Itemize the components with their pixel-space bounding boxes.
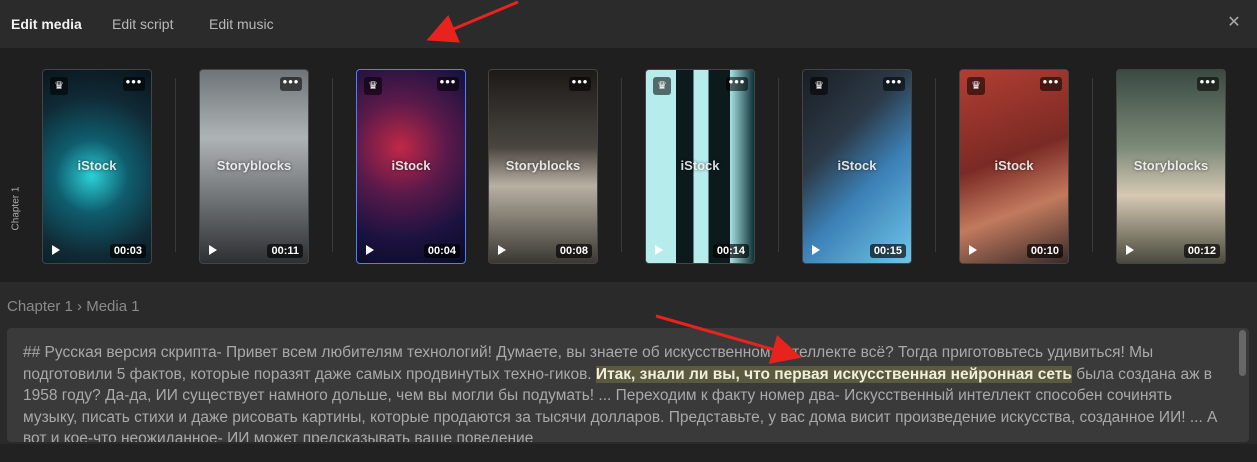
media-card[interactable]: ♛ ••• iStock 00:14 [645,69,755,264]
media-source-watermark: Storyblocks [1133,158,1209,173]
play-icon[interactable] [208,245,218,255]
media-card[interactable]: ••• Storyblocks 00:11 [199,69,309,264]
chapter-label: Chapter 1 [10,186,22,231]
media-duration: 00:15 [869,244,906,258]
media-divider [1092,78,1093,252]
more-icon[interactable]: ••• [1197,75,1219,91]
media-source-watermark: iStock [680,158,720,173]
breadcrumb-media: Media 1 [86,298,140,315]
play-icon[interactable] [968,245,978,255]
media-duration: 00:10 [1026,244,1063,258]
media-duration: 00:12 [1183,244,1220,258]
crown-icon: ♛ [653,77,671,95]
media-card[interactable]: ♛ ••• iStock 00:10 [959,69,1069,264]
editor-header: Edit media Edit script Edit music ✕ [0,0,1257,48]
media-duration: 00:11 [267,244,303,258]
media-duration: 00:04 [423,244,460,258]
crown-icon: ♛ [967,77,985,95]
more-icon[interactable]: ••• [1040,75,1062,91]
breadcrumb-chapter[interactable]: Chapter 1 [7,298,73,315]
media-card[interactable]: ••• Storyblocks 00:08 [488,69,598,264]
media-duration: 00:03 [109,244,146,258]
more-icon[interactable]: ••• [726,75,748,91]
more-icon[interactable]: ••• [569,75,591,91]
more-icon[interactable]: ••• [280,75,302,91]
media-card[interactable]: ••• Storyblocks 00:12 [1116,69,1226,264]
bottom-bar [0,444,1257,462]
crown-icon: ♛ [50,77,68,95]
script-text[interactable]: ## Русская версия скрипта- Привет всем л… [23,342,1218,442]
more-icon[interactable]: ••• [883,75,905,91]
media-duration: 00:08 [555,244,592,258]
media-source-watermark: Storyblocks [505,158,581,173]
crown-icon: ♛ [364,77,382,95]
media-card[interactable]: ♛ ••• iStock 00:15 [802,69,912,264]
script-editor[interactable]: ## Русская версия скрипта- Привет всем л… [7,328,1249,442]
play-icon[interactable] [497,245,507,255]
media-card[interactable]: ♛ ••• iStock 00:04 [356,69,466,264]
media-source-watermark: iStock [77,158,117,173]
media-divider [778,78,779,252]
play-icon[interactable] [654,245,664,255]
media-divider [621,78,622,252]
more-icon[interactable]: ••• [123,75,145,91]
script-highlight: Итак, знали ли вы, что первая искусствен… [595,365,1072,383]
media-source-watermark: Storyblocks [216,158,292,173]
tab-edit-script[interactable]: Edit script [112,16,173,32]
play-icon[interactable] [365,245,375,255]
media-source-watermark: iStock [391,158,431,173]
breadcrumb-separator: › [77,298,83,315]
close-icon[interactable]: ✕ [1223,12,1245,34]
media-card[interactable]: ♛ ••• iStock 00:03 [42,69,152,264]
media-divider [175,78,176,252]
play-icon[interactable] [811,245,821,255]
media-source-watermark: iStock [837,158,877,173]
play-icon[interactable] [1125,245,1135,255]
media-divider [935,78,936,252]
breadcrumb: Chapter 1 › Media 1 [7,298,140,315]
more-icon[interactable]: ••• [437,75,459,91]
media-source-watermark: iStock [994,158,1034,173]
tab-edit-music[interactable]: Edit music [209,16,274,32]
play-icon[interactable] [51,245,61,255]
editor-scrollbar[interactable] [1239,330,1246,376]
media-divider [332,78,333,252]
crown-icon: ♛ [810,77,828,95]
media-duration: 00:14 [712,244,749,258]
tab-edit-media[interactable]: Edit media [11,16,82,32]
